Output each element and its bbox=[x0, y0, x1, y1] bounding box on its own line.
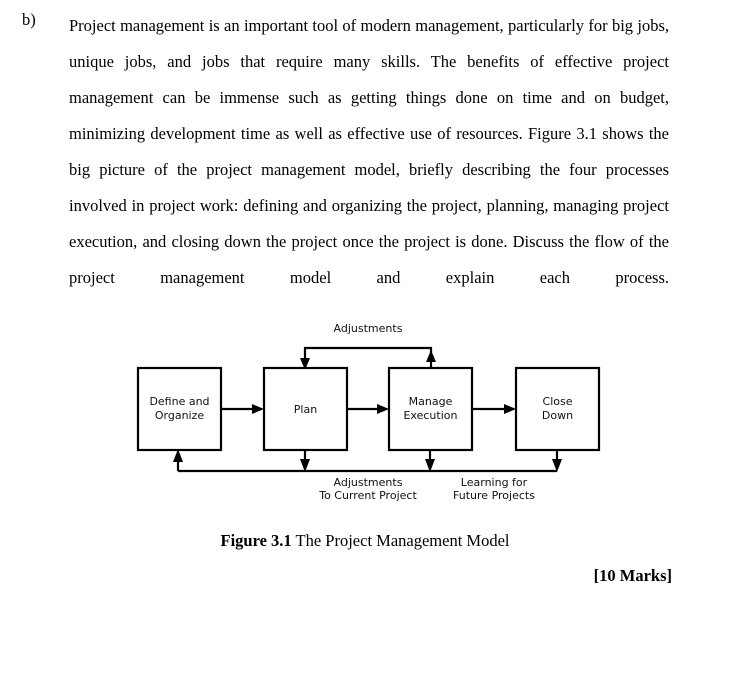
annotation-learning-future-line1: Learning for bbox=[461, 476, 528, 489]
figure-caption-number: Figure 3.1 bbox=[220, 531, 292, 550]
figure-caption-text: The Project Management Model bbox=[291, 531, 510, 550]
annotation-learning-future-line2: Future Projects bbox=[453, 489, 535, 502]
figure-caption: Figure 3.1 The Project Management Model bbox=[0, 531, 730, 551]
connector-manage-to-close-arrowhead bbox=[504, 404, 516, 414]
top-feedback-loop-path bbox=[303, 346, 433, 368]
box-close-down-label-line1: Close bbox=[543, 395, 573, 408]
box-define-and-organize-label-line2: Organize bbox=[155, 409, 205, 422]
annotation-adjustments-current-line1: Adjustments bbox=[334, 476, 403, 489]
question-body-text: Project management is an important tool … bbox=[69, 16, 669, 287]
marks-allocation: [10 Marks] bbox=[593, 566, 672, 585]
question-item-label: b) bbox=[22, 10, 36, 29]
top-loop-up-arrowhead bbox=[426, 350, 436, 362]
box-manage-execution-label-line1: Manage bbox=[409, 395, 453, 408]
box-manage-execution-label-line2: Execution bbox=[404, 409, 458, 422]
annotation-adjustments-current-line2: To Current Project bbox=[318, 489, 417, 502]
connector-define-to-plan-arrowhead bbox=[252, 404, 264, 414]
connector-plan-to-manage-arrowhead bbox=[377, 404, 389, 414]
figure-region: Adjustments Define and Organize Plan Man… bbox=[0, 300, 730, 520]
box-close-down-label-line2: Down bbox=[542, 409, 573, 422]
box-define-and-organize-label-line1: Define and bbox=[149, 395, 209, 408]
annotation-adjustments-top: Adjustments bbox=[334, 322, 403, 335]
box-plan-label-line1: Plan bbox=[294, 403, 317, 416]
project-management-model-diagram: Adjustments Define and Organize Plan Man… bbox=[136, 322, 601, 502]
